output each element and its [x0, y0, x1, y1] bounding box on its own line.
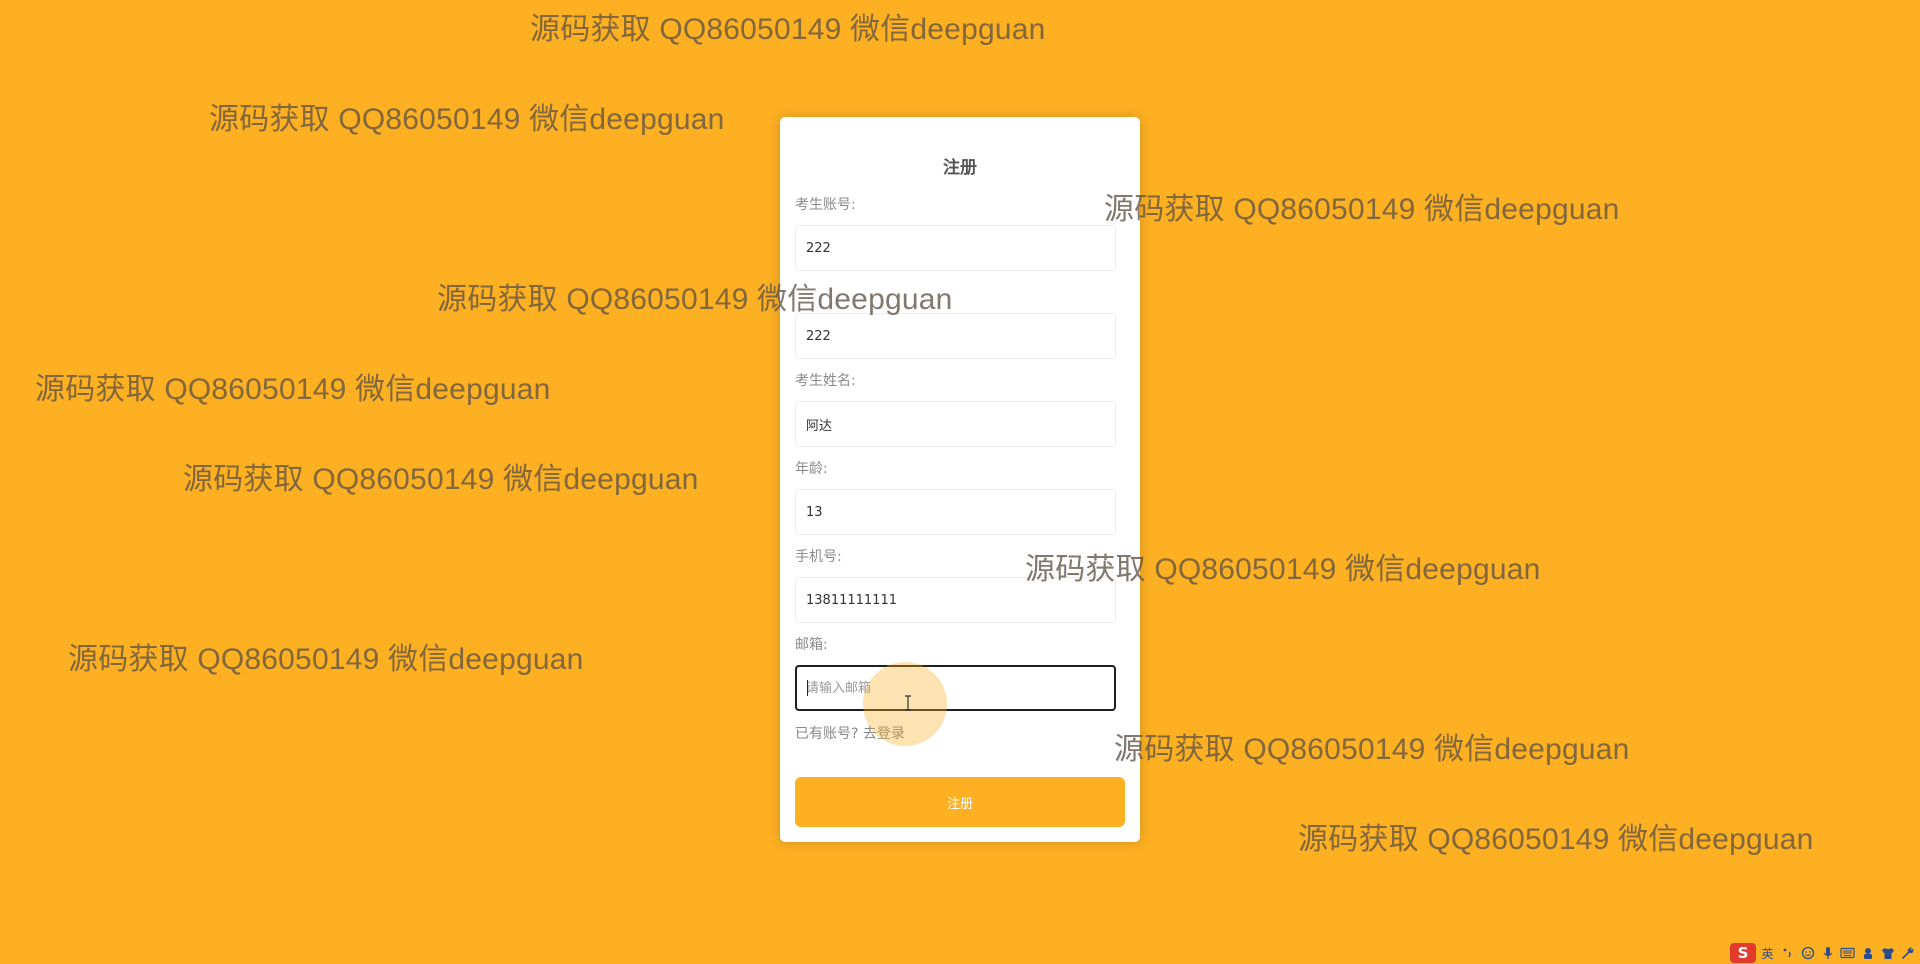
microphone-icon[interactable] [1819, 945, 1836, 962]
keyboard-icon[interactable] [1839, 945, 1856, 962]
password-input[interactable] [795, 313, 1116, 359]
text-cursor-icon [905, 695, 911, 711]
watermark: 源码获取 QQ86050149 微信deepguan [1298, 823, 1814, 856]
phone-input[interactable] [795, 577, 1116, 623]
register-card: 注册 考生账号: 考生姓名: 年龄: 手机号: 邮箱: 已有账号? 去登录 注册 [780, 117, 1140, 842]
watermark: 源码获取 QQ86050149 微信deepguan [530, 13, 1046, 46]
watermark: 源码获取 QQ86050149 微信deepguan [1104, 193, 1620, 226]
account-label: 考生账号: [795, 197, 856, 213]
watermark: 源码获取 QQ86050149 微信deepguan [68, 643, 584, 676]
watermark: 源码获取 QQ86050149 微信deepguan [35, 373, 551, 406]
page-background: 注册 考生账号: 考生姓名: 年龄: 手机号: 邮箱: 已有账号? 去登录 注册… [0, 0, 1920, 964]
email-label: 邮箱: [795, 637, 828, 653]
sogou-logo-icon[interactable]: S [1730, 943, 1756, 963]
register-title: 注册 [943, 158, 977, 178]
ime-mode-toggle[interactable]: 英 [1759, 945, 1776, 962]
settings-icon[interactable] [1899, 945, 1916, 962]
phone-label: 手机号: [795, 549, 842, 565]
watermark: 源码获取 QQ86050149 微信deepguan [1114, 733, 1630, 766]
name-label: 考生姓名: [795, 373, 856, 389]
ime-toolbar: S 英 [1726, 942, 1920, 964]
email-input[interactable] [795, 665, 1116, 711]
account-input[interactable] [795, 225, 1116, 271]
watermark: 源码获取 QQ86050149 微信deepguan [183, 463, 699, 496]
skin-icon[interactable] [1879, 945, 1896, 962]
age-label: 年龄: [795, 461, 828, 477]
register-button[interactable]: 注册 [795, 777, 1125, 827]
age-input[interactable] [795, 489, 1116, 535]
name-input[interactable] [795, 401, 1116, 447]
toolbox-icon[interactable] [1859, 945, 1876, 962]
emoji-icon[interactable] [1799, 945, 1816, 962]
punctuation-icon[interactable] [1779, 945, 1796, 962]
watermark: 源码获取 QQ86050149 微信deepguan [209, 103, 725, 136]
text-caret [807, 680, 808, 696]
login-prompt: 已有账号? [795, 726, 859, 742]
